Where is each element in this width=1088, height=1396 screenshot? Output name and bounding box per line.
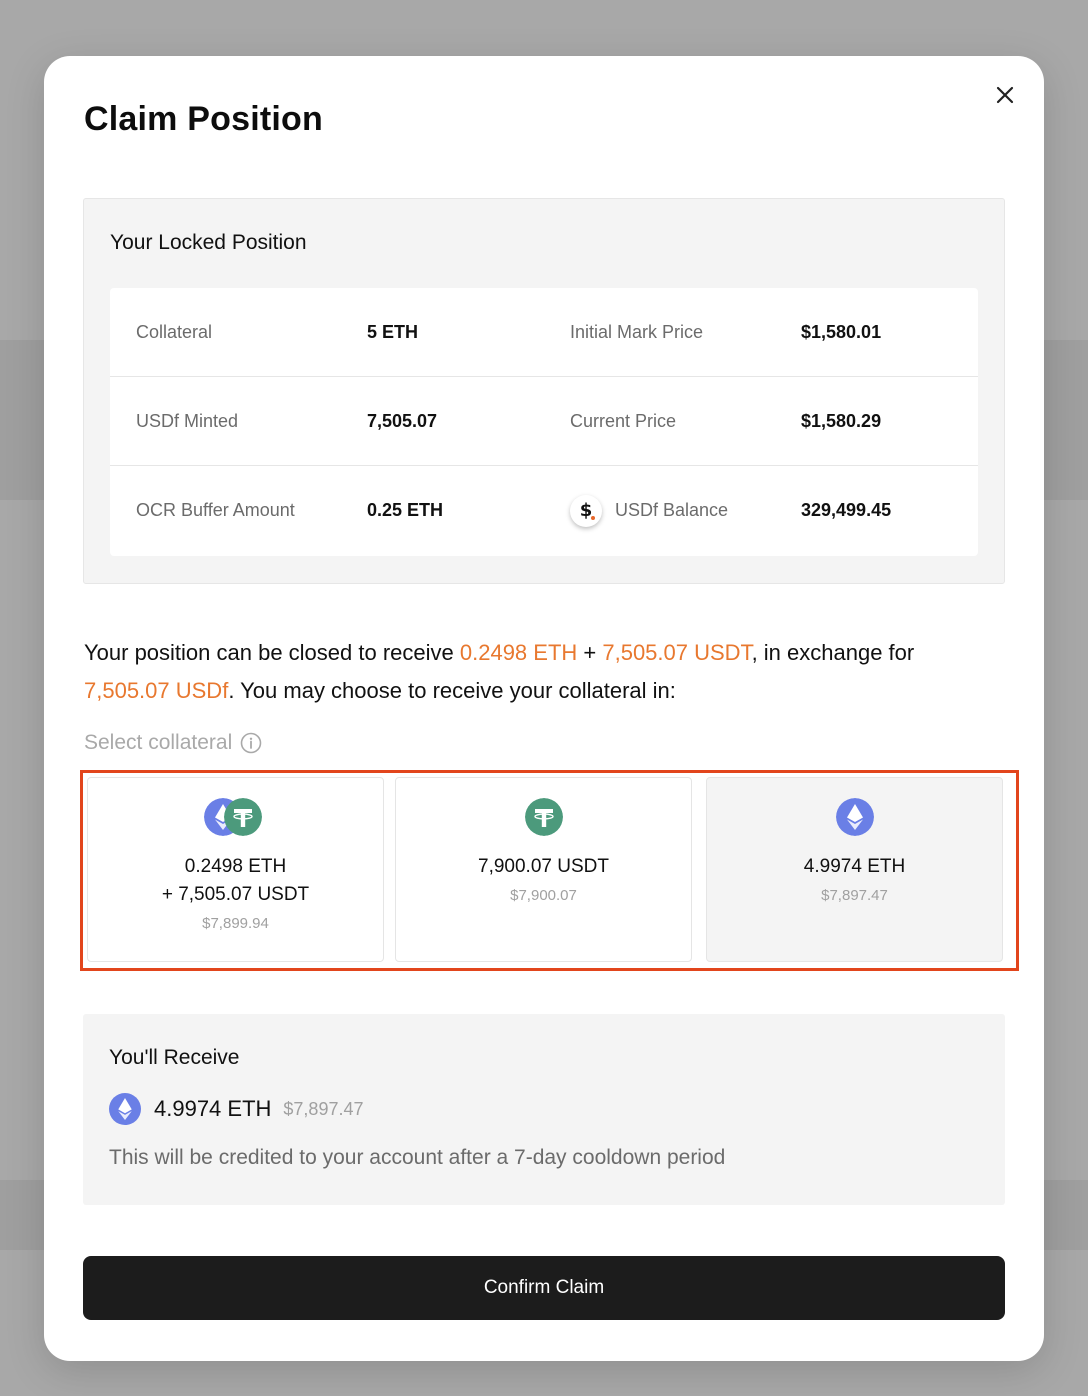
close-icon bbox=[996, 86, 1014, 104]
collateral-label: Collateral bbox=[136, 322, 213, 342]
desc-plus: + bbox=[577, 640, 603, 665]
usdt-icon bbox=[224, 798, 262, 836]
select-collateral-label-group: Select collateral bbox=[84, 728, 262, 758]
receive-panel: You'll Receive 4.9974 ETH $7,897.47 This… bbox=[83, 1014, 1005, 1205]
receive-amount-row: 4.9974 ETH $7,897.47 bbox=[109, 1092, 363, 1126]
table-row: OCR Buffer Amount 0.25 ETH $ USDf Balanc… bbox=[110, 466, 978, 555]
ocr-buffer-value: 0.25 ETH bbox=[367, 500, 444, 520]
locked-position-title: Your Locked Position bbox=[110, 231, 307, 254]
claim-position-modal: Claim Position Your Locked Position Coll… bbox=[44, 56, 1044, 1361]
modal-title: Claim Position bbox=[84, 100, 323, 138]
usdf-balance-label-group: $ USDf Balance bbox=[570, 466, 728, 555]
usdf-coin-icon: $ bbox=[570, 494, 602, 527]
info-icon[interactable] bbox=[240, 732, 262, 754]
desc-eth-amount: 0.2498 ETH bbox=[459, 640, 578, 665]
desc-prefix: Your position can be closed to receive bbox=[84, 640, 460, 665]
eth-icon bbox=[836, 798, 874, 836]
desc-suffix: . You may choose to receive your collate… bbox=[228, 678, 676, 703]
confirm-claim-button[interactable]: Confirm Claim bbox=[83, 1256, 1005, 1320]
close-button[interactable] bbox=[988, 78, 1022, 112]
receive-title: You'll Receive bbox=[109, 1046, 240, 1069]
usdf-balance-label: USDf Balance bbox=[615, 500, 729, 520]
current-price-value: $1,580.29 bbox=[801, 411, 882, 431]
option-amount: 4.9974 ETH bbox=[803, 856, 906, 877]
receive-usd-value: $7,897.47 bbox=[283, 1098, 364, 1119]
option-usd-value: $7,899.94 bbox=[202, 915, 269, 932]
claim-description: Your position can be closed to receive 0… bbox=[84, 634, 1004, 710]
usdt-icon bbox=[525, 798, 563, 836]
collateral-option-eth-usdt[interactable]: 0.2498 ETH + 7,505.07 USDT $7,899.94 bbox=[87, 777, 384, 962]
collateral-option-usdt[interactable]: 7,900.07 USDT $7,900.07 bbox=[395, 777, 692, 962]
usdf-balance-value: 329,499.45 bbox=[801, 500, 892, 520]
option-amount-secondary: + 7,505.07 USDT bbox=[161, 884, 310, 905]
table-row: Collateral 5 ETH Initial Mark Price $1,5… bbox=[110, 288, 978, 377]
ocr-buffer-label: OCR Buffer Amount bbox=[136, 500, 295, 520]
usdf-minted-value: 7,505.07 bbox=[367, 411, 438, 431]
option-usd-value: $7,897.47 bbox=[821, 887, 888, 904]
locked-position-panel: Your Locked Position Collateral 5 ETH In… bbox=[83, 198, 1005, 584]
table-row: USDf Minted 7,505.07 Current Price $1,58… bbox=[110, 377, 978, 466]
collateral-value: 5 ETH bbox=[367, 322, 419, 342]
option-usd-value: $7,900.07 bbox=[510, 887, 577, 904]
usdf-minted-label: USDf Minted bbox=[136, 411, 239, 431]
eth-icon bbox=[109, 1093, 141, 1125]
initial-mark-price-value: $1,580.01 bbox=[801, 322, 882, 342]
receive-amount: 4.9974 ETH bbox=[154, 1096, 272, 1121]
option-amount: 7,900.07 USDT bbox=[478, 856, 609, 877]
desc-usdf-amount: 7,505.07 USDf bbox=[84, 678, 229, 703]
select-collateral-label: Select collateral bbox=[84, 731, 233, 754]
desc-middle: , in exchange for bbox=[751, 640, 915, 665]
option-amount: 0.2498 ETH bbox=[184, 856, 287, 877]
collateral-option-eth[interactable]: 4.9974 ETH $7,897.47 bbox=[706, 777, 1003, 962]
locked-position-table: Collateral 5 ETH Initial Mark Price $1,5… bbox=[110, 288, 978, 556]
desc-usdt-amount: 7,505.07 USDT bbox=[602, 640, 752, 665]
current-price-label: Current Price bbox=[570, 411, 677, 431]
cooldown-note: This will be credited to your account af… bbox=[109, 1146, 726, 1169]
initial-mark-price-label: Initial Mark Price bbox=[570, 322, 704, 342]
